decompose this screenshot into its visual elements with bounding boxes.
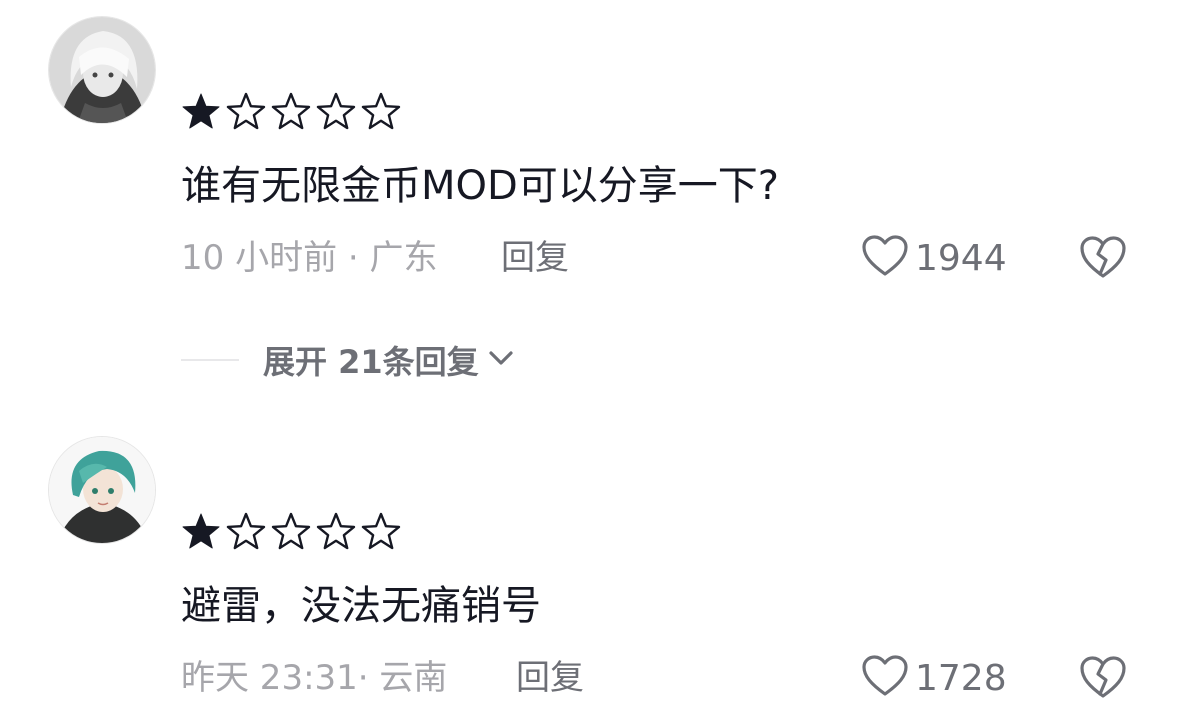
dislike-button[interactable] [1078,654,1128,702]
reply-button[interactable]: 回复 [501,236,569,280]
chevron-down-icon [487,348,515,372]
like-button[interactable]: 1944 [861,234,1007,282]
rating-stars [181,92,406,132]
comment-meta: 昨天 23:31· 云南 [181,658,448,698]
expand-replies-label: 展开 21条回复 [263,343,479,381]
rating-stars [181,512,406,552]
like-button[interactable]: 1728 [861,654,1007,702]
comment-meta: 10 小时前 · 广东 [181,238,438,278]
broken-heart-icon [1078,236,1128,284]
star-empty-icon [361,92,406,132]
like-count: 1944 [915,237,1007,279]
reply-button[interactable]: 回复 [516,656,584,700]
comment-text: 避雷，没法无痛销号 [181,583,541,629]
heart-outline-icon [861,654,909,702]
star-empty-icon [316,92,361,132]
comment-item: 谁有无限金币MOD可以分享一下? 10 小时前 · 广东 回复 1944 展开 … [0,0,1179,420]
star-filled-icon [181,92,226,132]
star-empty-icon [271,512,316,552]
star-empty-icon [226,512,271,552]
star-empty-icon [361,512,406,552]
like-count: 1728 [915,657,1007,699]
star-empty-icon [226,92,271,132]
expand-replies-button[interactable]: 展开 21条回复 [181,338,515,382]
comment-text: 谁有无限金币MOD可以分享一下? [181,163,780,209]
broken-heart-icon [1078,656,1128,704]
star-filled-icon [181,512,226,552]
heart-outline-icon [861,234,909,282]
star-empty-icon [271,92,316,132]
star-empty-icon [316,512,361,552]
divider-line [181,359,239,361]
dislike-button[interactable] [1078,234,1128,282]
comment-item: 避雷，没法无痛销号 昨天 23:31· 云南 回复 1728 [0,420,1179,715]
avatar[interactable] [48,436,156,544]
avatar[interactable] [48,16,156,124]
